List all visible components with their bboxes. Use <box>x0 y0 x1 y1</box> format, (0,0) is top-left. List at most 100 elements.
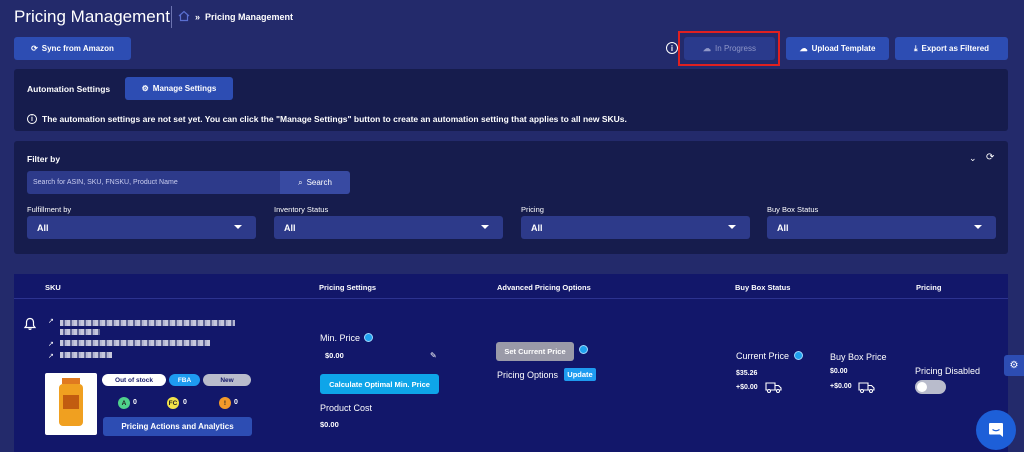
pricing-filter-select[interactable]: All <box>521 216 750 239</box>
buy-box-status-select[interactable]: All <box>767 216 996 239</box>
count-warning-letter: ! <box>223 399 227 407</box>
pricing-toggle[interactable] <box>915 380 946 394</box>
col-advanced-pricing: Advanced Pricing Options <box>497 283 591 292</box>
fulfillment-value: All <box>37 222 49 233</box>
stock-status-text: Out of stock <box>115 376 153 384</box>
fulfillment-select[interactable]: All <box>27 216 256 239</box>
count-a-icon: A <box>118 397 130 409</box>
truck-icon <box>858 380 875 398</box>
upload-label: Upload Template <box>811 44 876 53</box>
chat-widget-button[interactable] <box>976 410 1016 450</box>
breadcrumb: » Pricing Management <box>178 10 293 24</box>
fba-badge: FBA <box>169 374 200 386</box>
search-icon: ⌕ <box>298 177 303 187</box>
external-link-icon[interactable]: ↗ <box>48 317 54 325</box>
count-fc-icon: FC <box>167 397 179 409</box>
pricing-options-label: Pricing Options <box>497 370 559 380</box>
pricing-status-label: Pricing Disabled <box>915 366 981 376</box>
refresh-icon[interactable]: ⟳ <box>986 152 994 163</box>
external-link-icon[interactable]: ↗ <box>48 352 54 360</box>
bell-icon[interactable] <box>23 317 37 336</box>
inventory-status-select[interactable]: All <box>274 216 503 239</box>
product-cost-label: Product Cost <box>320 403 373 413</box>
fulfillment-label: Fulfillment by <box>27 205 72 214</box>
side-settings-tab[interactable]: ⚙ <box>1004 355 1024 376</box>
automation-title: Automation Settings <box>27 84 111 94</box>
caret-down-icon <box>974 225 982 229</box>
inventory-status-value: All <box>284 222 296 233</box>
set-current-price-button[interactable]: Set Current Price <box>496 342 574 361</box>
info-circle-icon: i <box>27 114 37 124</box>
info-icon[interactable] <box>794 351 803 360</box>
home-icon[interactable] <box>178 10 190 24</box>
table-header: SKU Pricing Settings Advanced Pricing Op… <box>14 274 1008 299</box>
pricing-actions-label: Pricing Actions and Analytics <box>121 422 234 431</box>
info-icon[interactable] <box>579 345 588 354</box>
automation-notice-text: The automation settings are not set yet.… <box>42 114 627 124</box>
redacted-sku <box>60 340 210 346</box>
set-current-price-label: Set Current Price <box>504 347 566 356</box>
current-price-value: $35.26 <box>736 370 758 377</box>
update-button[interactable]: Update <box>564 368 596 381</box>
collapse-chevron-icon[interactable]: ⌄ <box>969 153 977 164</box>
breadcrumb-current: Pricing Management <box>205 12 294 22</box>
search-placeholder: Search for ASIN, SKU, FNSKU, Product Nam… <box>33 179 178 186</box>
calculate-label: Calculate Optimal Min. Price <box>329 379 430 389</box>
col-pricing-settings: Pricing Settings <box>319 283 377 292</box>
automation-notice: i The automation settings are not set ye… <box>27 114 627 124</box>
pricing-filter-label: Pricing <box>521 205 544 214</box>
count-a-value: 0 <box>133 399 137 406</box>
col-sku: SKU <box>45 283 61 292</box>
info-icon[interactable] <box>364 333 373 342</box>
fba-text: FBA <box>177 376 192 384</box>
sync-from-amazon-button[interactable]: ⟳ Sync from Amazon <box>14 37 131 60</box>
search-button-label: Search <box>306 178 332 187</box>
redacted-asin <box>60 352 112 358</box>
highlight-box <box>678 31 780 66</box>
product-cost-value: $0.00 <box>320 420 339 429</box>
calculate-optimal-min-price-button[interactable]: Calculate Optimal Min. Price <box>320 374 439 394</box>
breadcrumb-separator-icon: » <box>195 12 201 22</box>
product-image <box>45 373 97 435</box>
manage-settings-button[interactable]: ⚙ Manage Settings <box>125 77 233 100</box>
info-icon[interactable]: i <box>666 42 678 54</box>
filter-panel: Filter by ⌄ ⟳ Search for ASIN, SKU, FNSK… <box>14 141 1008 254</box>
count-fc-value: 0 <box>183 399 187 406</box>
search-button[interactable]: ⌕ Search <box>280 171 350 194</box>
count-fc-letter: FC <box>168 399 178 407</box>
caret-down-icon <box>234 225 242 229</box>
current-shipping-value: +$0.00 <box>736 384 758 391</box>
count-warning-icon: ! <box>219 397 231 409</box>
min-price-value: $0.00 <box>325 351 344 360</box>
gear-icon: ⚙ <box>1009 360 1019 371</box>
download-icon: ⤓ <box>913 43 918 53</box>
chat-icon <box>989 423 1003 437</box>
buy-box-status-value: All <box>777 222 789 233</box>
export-as-filtered-button[interactable]: ⤓ Export as Filtered <box>895 37 1008 60</box>
sync-label: Sync from Amazon <box>41 44 114 53</box>
sku-table: SKU Pricing Settings Advanced Pricing Op… <box>14 274 1008 452</box>
external-link-icon[interactable]: ↗ <box>48 340 54 348</box>
truck-icon <box>765 380 782 398</box>
gear-icon: ⚙ <box>141 84 149 93</box>
filter-title: Filter by <box>27 154 61 164</box>
inventory-status-label: Inventory Status <box>274 205 329 214</box>
buy-box-shipping-value: +$0.00 <box>830 383 852 390</box>
redacted-product-title <box>60 329 100 335</box>
automation-panel: Automation Settings ⚙ Manage Settings i T… <box>14 69 1008 131</box>
pricing-actions-button[interactable]: Pricing Actions and Analytics <box>103 417 252 436</box>
toggle-knob <box>917 382 927 392</box>
manage-settings-label: Manage Settings <box>152 84 217 93</box>
sync-icon: ⟳ <box>31 44 38 53</box>
stock-status-badge: Out of stock <box>102 374 166 386</box>
edit-pencil-icon[interactable]: ✎ <box>430 351 437 360</box>
count-warning-value: 0 <box>234 399 238 406</box>
search-input[interactable]: Search for ASIN, SKU, FNSKU, Product Nam… <box>27 171 280 194</box>
pricing-filter-value: All <box>531 222 543 233</box>
condition-badge: New <box>203 374 251 386</box>
caret-down-icon <box>728 225 736 229</box>
col-pricing: Pricing <box>916 283 942 292</box>
upload-template-button[interactable]: ☁ Upload Template <box>786 37 889 60</box>
caret-down-icon <box>481 225 489 229</box>
update-label: Update <box>567 370 593 379</box>
